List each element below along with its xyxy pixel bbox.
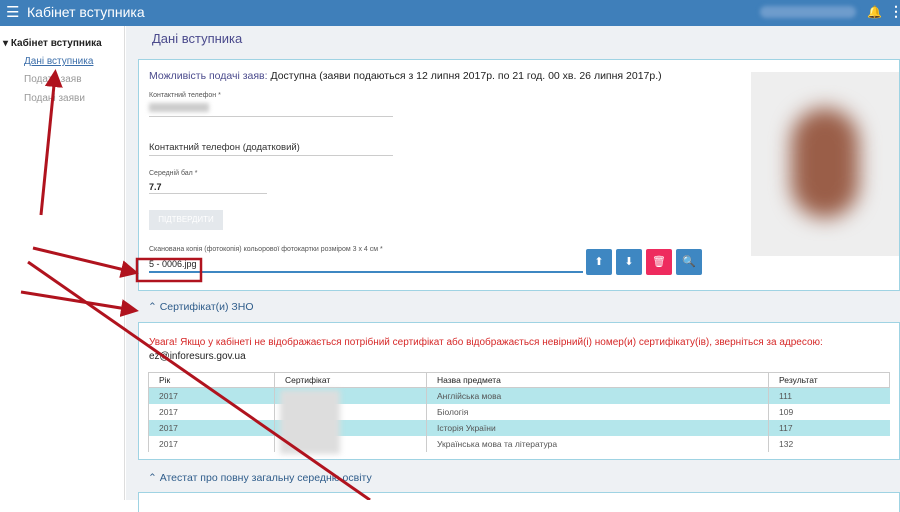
attestat-section-toggle[interactable]: ⌃ Атестат про повну загальну середню осв… [148, 472, 372, 484]
avg-input[interactable]: 7.7 [149, 182, 162, 192]
table-row: 2017 Українська мова та література 132 [148, 435, 890, 452]
phone2-input[interactable]: Контактний телефон (додатковий) [149, 142, 300, 153]
applicant-photo [751, 72, 899, 256]
upload-button[interactable]: ⬆ [586, 249, 612, 275]
cell-subject: Англійська мова [426, 387, 769, 404]
applicant-data-card: Можливість подачі заяв: Доступна (заяви … [138, 59, 900, 291]
bell-icon[interactable]: 🔔 [867, 5, 882, 19]
more-menu-icon[interactable]: ⋮ [889, 3, 900, 20]
cell-subject: Біологія [426, 403, 769, 420]
sidebar-item-submit-application[interactable]: Подати заяв [24, 74, 82, 85]
phone-input[interactable] [149, 116, 393, 117]
sidebar-item-applicant-data[interactable]: Дані вступника [24, 56, 93, 67]
download-button[interactable]: ⬇ [616, 249, 642, 275]
user-name-blurred[interactable] [760, 6, 856, 18]
col-certificate: Сертифікат [274, 372, 427, 388]
app-title: Кабінет вступника [27, 4, 145, 20]
cell-year: 2017 [148, 387, 275, 404]
phone-value-blurred [149, 103, 209, 112]
hamburger-menu-icon[interactable]: ☰ [6, 5, 19, 21]
photo-file-input[interactable]: 5 - 0006.jpg [149, 259, 197, 269]
photo-blurred-face [791, 108, 859, 218]
cell-result: 132 [768, 435, 890, 452]
delete-button[interactable]: 🗑 [646, 249, 672, 275]
photo-underline [149, 271, 583, 273]
col-year: Рік [148, 372, 275, 388]
cell-year: 2017 [148, 419, 275, 436]
sidebar-item-submitted-applications[interactable]: Подані заяви [24, 93, 85, 104]
zno-table: Рік Сертифікат Назва предмета Результат … [148, 372, 890, 452]
cell-result: 109 [768, 403, 890, 420]
avg-underline [149, 193, 267, 194]
sidebar-heading[interactable]: ▾ Кабінет вступника [3, 38, 102, 49]
zno-section-toggle[interactable]: ⌃ Сертифікат(и) ЗНО [148, 301, 254, 313]
zno-email[interactable]: ez@inforesurs.gov.ua [149, 351, 246, 362]
page-title: Дані вступника [152, 31, 243, 46]
download-icon: ⬇ [624, 256, 634, 268]
photo-field-label: Сканована копія (фотокопія) кольорової ф… [149, 246, 383, 253]
col-subject: Назва предмета [426, 372, 769, 388]
col-result: Результат [768, 372, 890, 388]
table-row: 2017 Біологія 109 [148, 403, 890, 420]
cell-subject: Українська мова та література [426, 435, 769, 452]
phone2-underline [149, 155, 393, 156]
search-icon: 🔍 [682, 256, 696, 268]
confirm-button[interactable]: ПІДТВЕРДИТИ [149, 210, 223, 230]
zno-warning: Увага! Якщо у кабінеті не відображається… [149, 337, 823, 348]
upload-icon: ⬆ [594, 256, 604, 268]
preview-button[interactable]: 🔍 [676, 249, 702, 275]
avg-label: Середній бал * [149, 170, 198, 177]
top-app-bar: ☰ Кабінет вступника 🔔 ⋮ [0, 0, 900, 26]
availability-text: Можливість подачі заяв: Доступна (заяви … [149, 70, 662, 82]
cell-year: 2017 [148, 435, 275, 452]
table-header-row: Рік Сертифікат Назва предмета Результат [148, 372, 890, 388]
cell-result: 117 [768, 419, 890, 436]
trash-icon: 🗑 [652, 256, 666, 268]
main-content: Дані вступника Можливість подачі заяв: Д… [126, 26, 900, 512]
cell-year: 2017 [148, 403, 275, 420]
table-row: 2017 Англійська мова 111 [148, 387, 890, 404]
table-row: 2017 Історія України 117 [148, 419, 890, 436]
attestat-card [138, 492, 900, 512]
cell-subject: Історія України [426, 419, 769, 436]
phone-label: Контактний телефон * [149, 92, 221, 99]
sidebar: ▾ Кабінет вступника Дані вступника Подат… [0, 26, 125, 500]
cell-result: 111 [768, 387, 890, 404]
certificate-numbers-blurred [280, 390, 340, 454]
